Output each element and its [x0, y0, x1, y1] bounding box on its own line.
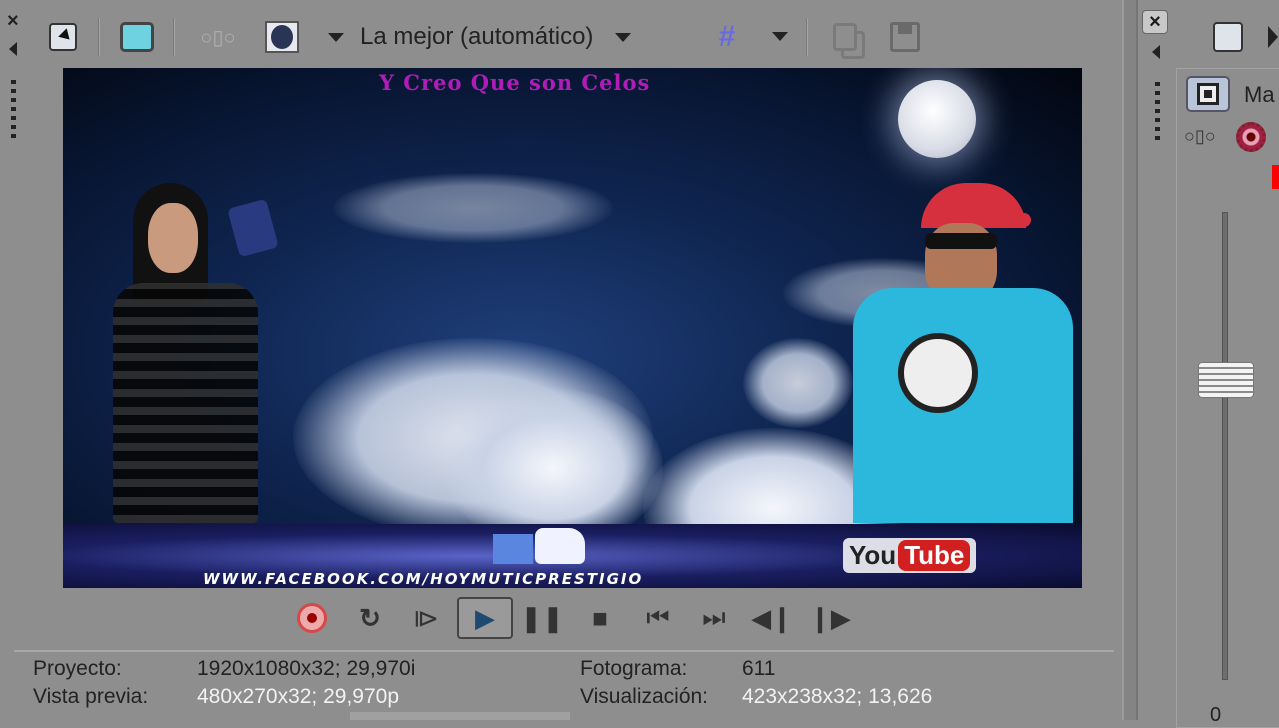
display-value: 423x238x32; 13,626 [742, 685, 933, 708]
quality-label: La mejor (automático) [360, 23, 594, 50]
quality-dropdown[interactable]: La mejor (automático) [328, 22, 632, 52]
master-icon [1197, 83, 1219, 105]
pause-icon: ❚❚ [520, 602, 564, 633]
video-fx-button[interactable]: ○▯○ [198, 20, 238, 54]
go-to-end-button[interactable]: ⏭ [694, 600, 734, 636]
master-bus-button[interactable] [1186, 76, 1230, 112]
master-label: Ma [1244, 82, 1275, 107]
panel-divider[interactable] [1122, 0, 1138, 720]
copy-snapshot-button[interactable] [828, 20, 862, 54]
previous-frame-button[interactable]: ◀❙ [751, 600, 793, 636]
video-preview: Y Creo Que son Celos You Tube WWW.FACEBO… [63, 68, 1082, 588]
stop-icon: ■ [592, 602, 608, 633]
plugin-chain-icon[interactable]: ○▯○ [1184, 126, 1216, 147]
youtube-logo: You Tube [843, 538, 977, 573]
frame-label: Fotograma: [580, 657, 688, 680]
grid-icon: # [718, 20, 736, 53]
video-footer-banner: You Tube WWW.FACEBOOK.COM/HOYMUTICPRESTI… [63, 524, 1082, 588]
volume-slider-thumb[interactable] [1198, 362, 1254, 398]
project-label: Proyecto: [33, 657, 122, 680]
peak-meter-indicator [1272, 165, 1279, 189]
drag-handle[interactable] [11, 80, 16, 140]
thumbs-up-icon [535, 528, 585, 564]
more-arrow-icon[interactable] [1268, 26, 1278, 48]
go-to-start-icon: ⏮ [646, 602, 670, 632]
preview-label: Vista previa: [33, 685, 149, 708]
preview-value: 480x270x32; 29,970p [197, 685, 400, 708]
next-frame-icon: ❙▶ [809, 602, 851, 633]
go-to-start-button[interactable]: ⏮ [638, 600, 678, 636]
cursor-window-icon[interactable] [1213, 22, 1243, 52]
split-screen-button[interactable] [265, 20, 299, 54]
pause-button[interactable]: ❚❚ [520, 600, 564, 636]
save-icon [890, 22, 920, 52]
loop-icon: ↻ [359, 602, 381, 633]
preview-device-button[interactable] [46, 20, 80, 54]
drag-handle[interactable] [1155, 82, 1160, 142]
go-to-end-icon: ⏭ [702, 602, 726, 632]
copy-icon [833, 23, 857, 51]
slider-value-label: 0 [1210, 704, 1222, 726]
overlays-button[interactable]: # [710, 20, 744, 54]
video-title-text: Y Creo Que son Celos [379, 70, 651, 95]
stop-button[interactable]: ■ [580, 600, 620, 636]
footer-url-text: WWW.FACEBOOK.COM/HOYMUTICPRESTIGIO [203, 570, 644, 588]
horizontal-scrollbar[interactable] [350, 712, 570, 720]
monitor-icon [120, 22, 154, 52]
dropdown-arrow-icon [328, 32, 344, 42]
external-monitor-button[interactable] [120, 20, 154, 54]
display-label: Visualización: [580, 685, 709, 708]
close-icon[interactable]: × [7, 10, 19, 33]
split-screen-icon [265, 21, 299, 53]
close-icon[interactable]: × [1142, 10, 1168, 34]
moon [898, 80, 976, 158]
next-frame-button[interactable]: ❙▶ [809, 600, 851, 636]
cursor-window-icon [49, 23, 77, 51]
volume-slider-track[interactable] [1222, 212, 1228, 680]
divider [14, 650, 1114, 652]
overlays-dropdown-arrow-icon[interactable] [772, 32, 788, 41]
person-left [103, 183, 279, 533]
right-panel: × Ma ○▯○ 0 [1138, 0, 1279, 728]
record-icon [297, 603, 327, 633]
dropdown-arrow-icon [615, 32, 632, 42]
collapse-arrow-icon[interactable] [1152, 45, 1160, 59]
play-from-start-button[interactable]: ⧐ [406, 600, 446, 636]
save-snapshot-button[interactable] [888, 20, 922, 54]
plugin-chain-icon: ○▯○ [200, 26, 236, 49]
project-value: 1920x1080x32; 29,970i [197, 657, 416, 680]
previous-frame-icon: ◀❙ [751, 602, 793, 633]
loop-button[interactable]: ↻ [350, 600, 390, 636]
play-from-start-icon: ⧐ [413, 602, 439, 633]
fx-gear-icon[interactable] [1236, 122, 1266, 152]
record-button[interactable] [292, 600, 332, 636]
person-right [853, 183, 1073, 523]
collapse-arrow-icon[interactable] [9, 42, 17, 56]
play-icon: ▶ [475, 602, 495, 633]
frame-value: 611 [742, 657, 776, 680]
play-button[interactable]: ▶ [457, 597, 513, 639]
